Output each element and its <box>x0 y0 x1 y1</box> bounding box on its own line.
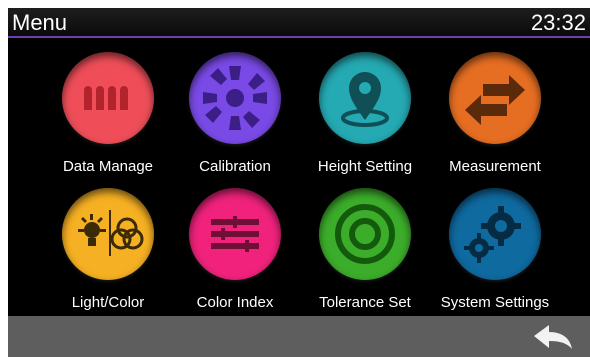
location-pin-icon <box>319 52 411 144</box>
menu-item-light-color[interactable]: Light/Color <box>42 188 172 318</box>
color-index-icon <box>189 188 281 280</box>
menu-item-calibration[interactable]: Calibration <box>169 52 299 182</box>
light-color-icon <box>62 188 154 280</box>
swap-arrows-icon <box>449 52 541 144</box>
menu-item-label: System Settings <box>440 294 550 311</box>
menu-item-color-index[interactable]: Color Index <box>169 188 299 318</box>
footer-bar <box>8 316 590 357</box>
title-bar: Menu 23:32 <box>8 8 590 38</box>
target-rings-icon <box>319 188 411 280</box>
menu-item-system-settings[interactable]: System Settings <box>429 188 559 318</box>
menu-item-label: Measurement <box>449 158 541 175</box>
back-button[interactable] <box>532 322 574 352</box>
menu-item-measurement[interactable]: Measurement <box>429 52 559 182</box>
gears-icon <box>449 188 541 280</box>
calibration-icon <box>189 52 281 144</box>
data-manage-icon <box>62 52 154 144</box>
menu-item-tolerance-set[interactable]: Tolerance Set <box>299 188 429 318</box>
menu-item-data-manage[interactable]: Data Manage <box>42 52 172 182</box>
menu-screen: Menu 23:32 Data Manage Calibration Heigh… <box>8 8 590 357</box>
menu-item-height-setting[interactable]: Height Setting <box>299 52 429 182</box>
clock: 23:32 <box>530 10 586 35</box>
back-arrow-icon <box>534 325 572 349</box>
page-title: Menu <box>12 10 68 35</box>
